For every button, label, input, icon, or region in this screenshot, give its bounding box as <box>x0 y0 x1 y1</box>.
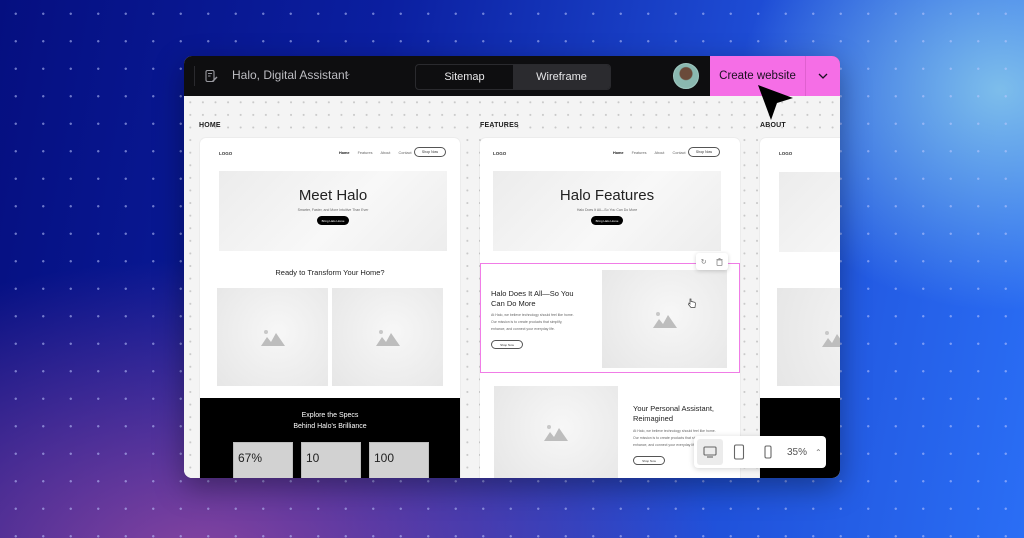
image-icon <box>544 425 568 441</box>
mockup-nav-item: Contact <box>672 151 686 155</box>
body-line: Our mission is to create products that s… <box>491 320 563 324</box>
image-icon <box>375 330 400 346</box>
specs-section: Explore the Specs Behind Halo's Brillian… <box>200 398 460 478</box>
view-toggle: Sitemap Wireframe <box>415 64 611 90</box>
heading-line: Halo Does It All—So You <box>491 289 574 298</box>
image-placeholder <box>494 386 618 478</box>
image-placeholder <box>332 288 443 386</box>
section-toolbar: ↻ <box>696 253 728 270</box>
chevron-up-icon[interactable]: ⌃ <box>815 448 822 457</box>
section-button: Shop Now <box>633 456 665 465</box>
mockup-nav: Home Features About Contact <box>339 151 412 155</box>
page-label-home: HOME <box>199 122 221 129</box>
regenerate-icon[interactable]: ↻ <box>701 258 707 266</box>
mockup-nav-item: Home <box>339 151 350 155</box>
section-button: Shop Now <box>491 340 523 349</box>
mockup-shop-button: Shop Now <box>414 147 446 157</box>
hero-button: Bring Halo Home <box>591 216 623 225</box>
user-avatar[interactable] <box>673 63 699 89</box>
app-window: Halo, Digital Assistant ⌄ Sitemap Wirefr… <box>184 56 840 478</box>
selected-section[interactable]: Halo Does It All—So You Can Do More At H… <box>480 263 740 373</box>
zoom-toolbar: 35% ⌃ <box>694 436 826 468</box>
mockup-nav-item: Home <box>613 151 624 155</box>
mockup-nav-item: Features <box>631 151 647 155</box>
chevron-down-icon <box>818 73 828 79</box>
hero-button: Bring Halo Home <box>317 216 349 225</box>
mockup-nav-item: About <box>654 151 665 155</box>
document-edit-icon[interactable] <box>204 69 218 83</box>
create-options-dropdown[interactable] <box>806 56 840 96</box>
heading-line: Your Personal Assistant, <box>633 404 715 413</box>
specs-title-line: Behind Halo's Brilliance <box>293 423 367 430</box>
image-icon <box>260 330 285 346</box>
desktop-icon <box>703 446 717 458</box>
home-page-wireframe[interactable]: LOGO Home Features About Contact Shop No… <box>200 138 460 478</box>
zoom-level[interactable]: 35% <box>787 447 807 458</box>
tablet-icon <box>733 444 745 460</box>
specs-title-line: Explore the Specs <box>301 412 359 419</box>
mockup-logo: LOGO <box>219 151 233 156</box>
stat-card: 10 <box>301 442 361 478</box>
mockup-nav: Home Features About Contact <box>613 151 686 155</box>
image-placeholder <box>777 288 840 386</box>
mockup-logo: LOGO <box>493 151 507 156</box>
hero-title: Halo Features <box>559 187 655 204</box>
mockup-shop-button: Shop Now <box>688 147 720 157</box>
mockup-hero: Halo Features Halo Does It All—So You Ca… <box>493 171 721 251</box>
heading-line: Reimagined <box>633 414 674 423</box>
trash-icon[interactable] <box>716 257 723 266</box>
top-bar: Halo, Digital Assistant ⌄ Sitemap Wirefr… <box>184 56 840 96</box>
page-label-features: FEATURES <box>480 122 519 129</box>
hand-pointer-icon <box>688 298 696 308</box>
section-heading: Your Personal Assistant, Reimagined <box>633 404 714 424</box>
tablet-view-button[interactable] <box>726 439 752 465</box>
image-placeholder <box>217 288 328 386</box>
tab-sitemap[interactable]: Sitemap <box>416 65 513 89</box>
mockup-hero <box>779 172 840 252</box>
project-name[interactable]: Halo, Digital Assistant <box>232 68 348 82</box>
divider <box>194 66 195 86</box>
image-placeholder <box>602 270 727 368</box>
section-body: At Halo, we believe technology should fe… <box>491 312 574 333</box>
chevron-down-icon[interactable]: ⌄ <box>344 68 352 79</box>
hero-title: Meet Halo <box>298 187 368 204</box>
specs-title: Explore the Specs Behind Halo's Brillian… <box>200 410 460 432</box>
mockup-nav-item: Contact <box>398 151 412 155</box>
desktop-view-button[interactable] <box>697 439 723 465</box>
heading-line: Can Do More <box>491 299 536 308</box>
body-line: enhance, and connect your everyday life. <box>491 327 555 331</box>
mobile-icon <box>764 445 772 459</box>
section-title: Ready to Transform Your Home? <box>275 268 385 277</box>
mobile-view-button[interactable] <box>755 439 781 465</box>
hero-subtitle: Halo Does It All—So You Can Do More <box>576 208 638 212</box>
section-heading: Halo Does It All—So You Can Do More <box>491 289 574 309</box>
image-icon <box>652 312 677 328</box>
mockup-nav-item: Features <box>357 151 373 155</box>
cursor-arrow-icon <box>758 85 793 120</box>
about-page-wireframe[interactable]: LOGO <box>760 138 840 478</box>
mockup-nav-item: About <box>380 151 391 155</box>
body-line: At Halo, we believe technology should fe… <box>491 313 574 317</box>
stat-card: 67% <box>233 442 293 478</box>
image-icon <box>822 331 840 347</box>
mockup-logo: LOGO <box>779 151 793 156</box>
mockup-hero: Meet Halo Smarter, Faster, and More Intu… <box>219 171 447 251</box>
stat-card: 100 <box>369 442 429 478</box>
hero-subtitle: Smarter, Faster, and More Intuitive Than… <box>297 208 369 212</box>
body-line: At Halo, we believe technology should fe… <box>633 429 716 433</box>
tab-wireframe[interactable]: Wireframe <box>513 65 610 89</box>
